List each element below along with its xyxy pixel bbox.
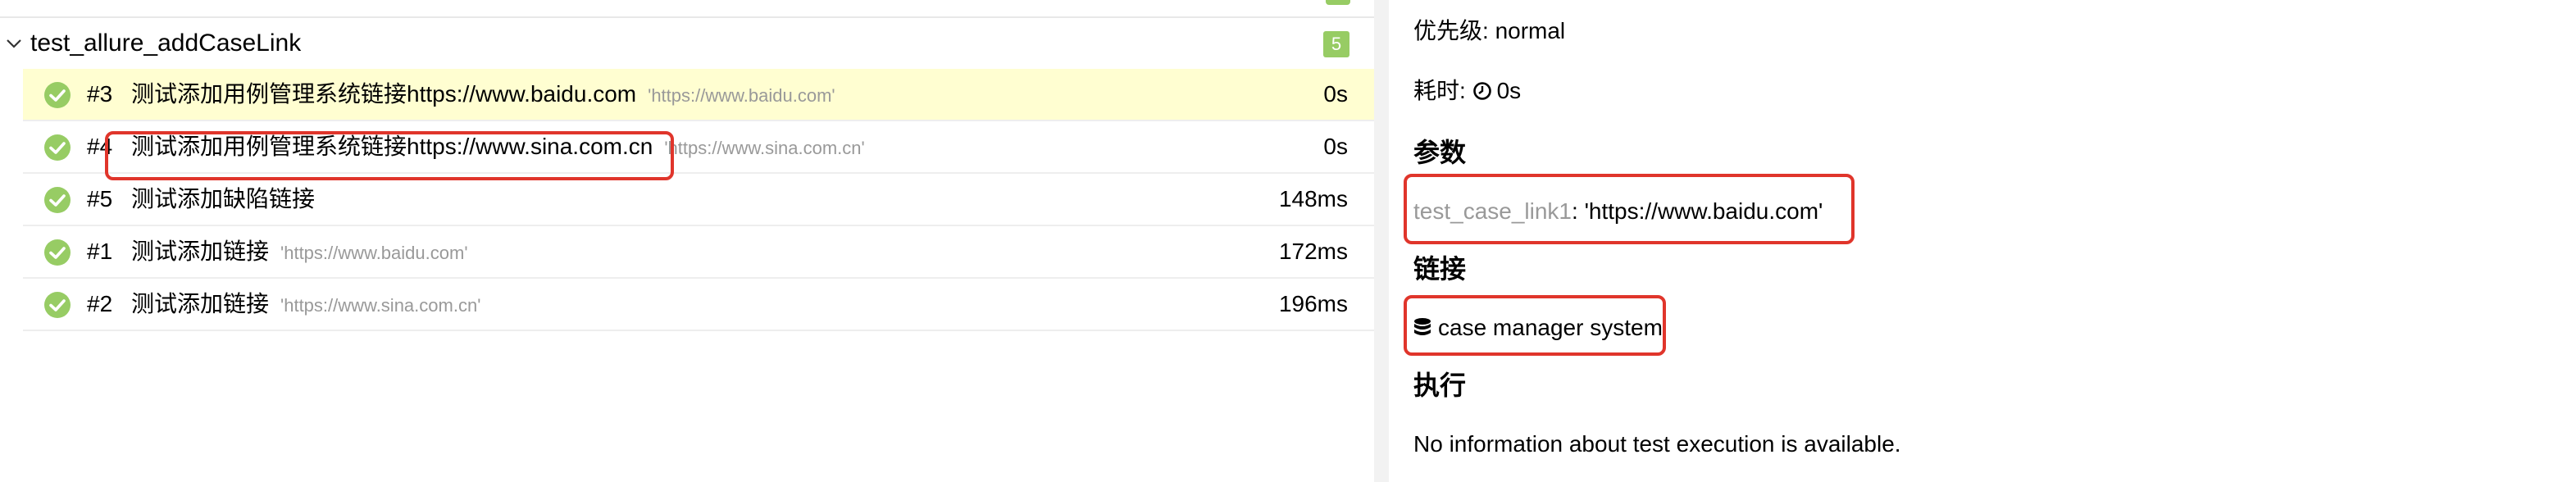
clock-icon — [1472, 82, 1491, 100]
severity-value: normal — [1495, 18, 1566, 43]
highlight-box-test-row — [105, 131, 674, 180]
previous-group-badge — [1326, 0, 1350, 5]
test-duration: 148ms — [1278, 186, 1348, 211]
chevron-down-icon[interactable] — [5, 34, 23, 52]
test-name: 测试添加链接 — [131, 291, 270, 316]
test-duration: 196ms — [1278, 291, 1348, 316]
test-row[interactable]: #5 测试添加缺陷链接 148ms — [23, 174, 1374, 226]
links-heading: 链接 — [1413, 254, 1467, 284]
passed-check-icon — [44, 134, 71, 161]
test-row[interactable]: #1 测试添加链接 'https://www.baidu.com' 172ms — [23, 226, 1374, 279]
duration-value: 0s — [1496, 78, 1522, 103]
test-duration: 0s — [1323, 134, 1348, 159]
test-name: 测试添加缺陷链接 — [131, 186, 316, 211]
test-parameter: 'https://www.sina.com.cn' — [664, 138, 865, 158]
test-name: 测试添加用例管理系统链接https://www.baidu.com — [131, 81, 637, 107]
test-order: #1 — [87, 239, 113, 264]
passed-check-icon — [44, 187, 71, 213]
highlight-box-parameter — [1404, 174, 1855, 244]
test-parameter: 'https://www.sina.com.cn' — [280, 295, 481, 316]
highlight-box-link — [1404, 295, 1666, 356]
test-list: #3 测试添加用例管理系统链接https://www.baidu.com 'htt… — [23, 69, 1374, 331]
severity-label: 优先级: — [1413, 18, 1489, 43]
passed-check-icon — [44, 292, 71, 318]
test-tree-pane: test_allure_addCaseLink 5 #3 测试添加用例管理系统链… — [0, 0, 1374, 482]
execution-heading: 执行 — [1413, 371, 1467, 400]
severity-line: 优先级: normal — [1413, 16, 1565, 46]
test-name: 测试添加链接 — [131, 239, 270, 264]
duration-line: 耗时: 0s — [1413, 76, 1521, 106]
test-parameter: 'https://www.baidu.com' — [280, 243, 468, 263]
group-title: test_allure_addCaseLink — [30, 30, 302, 57]
test-duration: 172ms — [1278, 239, 1348, 264]
pane-splitter[interactable] — [1374, 0, 1389, 482]
parameters-heading: 参数 — [1413, 138, 1467, 167]
test-order: #3 — [87, 81, 113, 107]
passed-check-icon — [44, 239, 71, 266]
test-order: #2 — [87, 291, 113, 316]
test-row[interactable]: #2 测试添加链接 'https://www.sina.com.cn' 196ms — [23, 279, 1374, 331]
passed-check-icon — [44, 82, 71, 108]
test-duration: 0s — [1323, 81, 1348, 107]
test-row[interactable]: #3 测试添加用例管理系统链接https://www.baidu.com 'htt… — [23, 69, 1374, 121]
test-group-header[interactable]: test_allure_addCaseLink 5 — [0, 18, 1374, 69]
test-order: #5 — [87, 186, 113, 211]
duration-label: 耗时: — [1413, 78, 1466, 103]
test-count-badge: 5 — [1323, 31, 1349, 57]
execution-info: No information about test execution is a… — [1413, 431, 1901, 457]
test-parameter: 'https://www.baidu.com' — [648, 85, 835, 106]
